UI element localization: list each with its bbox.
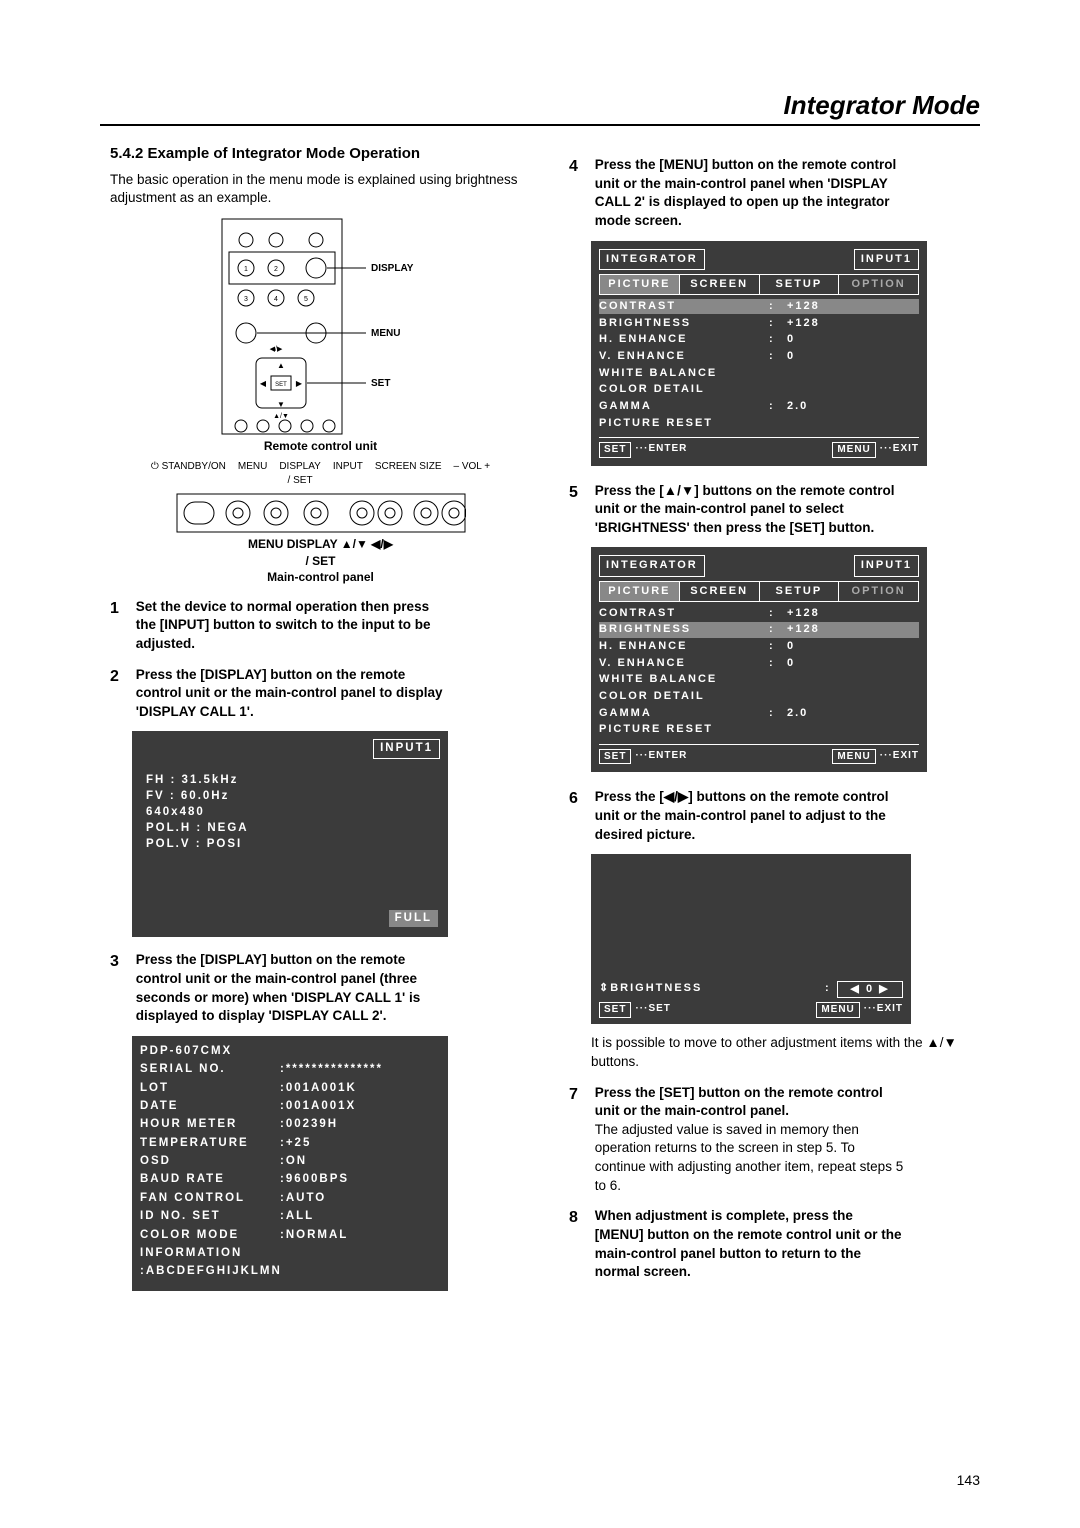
integrator-osd-1: INTEGRATOR INPUT1 PICTURESCREENSETUPOPTI… — [591, 241, 927, 466]
svg-text:4: 4 — [274, 296, 278, 303]
main-label1: MENU DISPLAY ▲/▼ ◀/▶ — [110, 536, 531, 553]
remote-control-figure: 1 2 3 4 5 ◀/▶ SET ▲ ▼ — [110, 218, 531, 455]
display-call-line: POL.V : POSI — [146, 837, 440, 853]
step-6: 6 Press the [◀/▶] buttons on the remote … — [569, 788, 990, 844]
display-call-line: POL.H : NEGA — [146, 821, 440, 837]
osd-row: PICTURE RESET — [599, 722, 919, 737]
callout-display: DISPLAY — [371, 263, 414, 274]
full-badge: FULL — [389, 910, 438, 928]
info-row: HOUR METER:00239H — [140, 1117, 440, 1133]
svg-text:◀/▶: ◀/▶ — [269, 346, 282, 353]
integrator-osd-2: INTEGRATOR INPUT1 PICTURESCREENSETUPOPTI… — [591, 547, 927, 772]
info-row: ID NO. SET:ALL — [140, 1209, 440, 1225]
osd-tab: PICTURE — [600, 275, 680, 294]
osd-row: GAMMA:2.0 — [599, 706, 919, 721]
osd-row: PICTURE RESET — [599, 416, 919, 431]
display-call-line: FH : 31.5kHz — [146, 773, 440, 789]
osd-tab: SCREEN — [680, 275, 760, 294]
info-row: FAN CONTROL:AUTO — [140, 1191, 440, 1207]
osd-tab: OPTION — [839, 582, 918, 601]
osd-tab: SETUP — [760, 582, 840, 601]
info-row: SERIAL NO.:*************** — [140, 1062, 440, 1078]
svg-text:▲: ▲ — [277, 361, 285, 370]
osd-row: COLOR DETAIL — [599, 689, 919, 704]
page-number: 143 — [957, 1472, 980, 1488]
osd-row: CONTRAST:+128 — [599, 606, 919, 621]
svg-text:3: 3 — [244, 296, 248, 303]
info-row: TEMPERATURE:+25 — [140, 1136, 440, 1152]
info-row: DATE:001A001X — [140, 1099, 440, 1115]
svg-text:1: 1 — [244, 266, 248, 273]
input1-badge: INPUT1 — [373, 739, 440, 759]
osd-row: H. ENHANCE:0 — [599, 639, 919, 654]
main-control-figure: ⏻ STANDBY/ON MENU DISPLAY / SET INPUT SC… — [110, 460, 531, 585]
brightness-adjust-panel: ⇕ BRIGHTNESS : ◀ 0 ▶ SET···SET MENU···EX… — [591, 854, 911, 1024]
page: Integrator Mode 5.4.2 Example of Integra… — [0, 0, 1080, 1528]
display-call-line: 640x480 — [146, 805, 440, 821]
svg-text:5: 5 — [304, 296, 308, 303]
info-row: :ABCDEFGHIJKLMN — [140, 1264, 440, 1280]
step-2: 2 Press the [DISPLAY] button on the remo… — [110, 666, 531, 722]
osd-tab: SCREEN — [680, 582, 760, 601]
step-1: 1 Set the device to normal operation the… — [110, 598, 531, 654]
svg-text:▼: ▼ — [277, 400, 285, 409]
info-row: COLOR MODE:NORMAL — [140, 1228, 440, 1244]
main-label2: / SET — [110, 553, 531, 570]
osd-tab: PICTURE — [600, 582, 680, 601]
svg-text:▲/▼: ▲/▼ — [273, 413, 289, 420]
svg-text:▶: ▶ — [295, 379, 302, 388]
step-5: 5 Press the [▲/▼] buttons on the remote … — [569, 482, 990, 538]
osd-tab: OPTION — [839, 275, 918, 294]
intro-text: The basic operation in the menu mode is … — [110, 171, 531, 208]
osd-row: WHITE BALANCE — [599, 672, 919, 687]
osd-row: BRIGHTNESS:+128 — [599, 622, 919, 637]
header-rule — [100, 124, 980, 126]
model-line: PDP-607CMX — [140, 1044, 440, 1060]
osd-row: H. ENHANCE:0 — [599, 332, 919, 347]
display-call-line: FV : 60.0Hz — [146, 789, 440, 805]
display-call-2-panel: PDP-607CMX SERIAL NO.:*************** LOT… — [132, 1036, 448, 1291]
osd-row: V. ENHANCE:0 — [599, 349, 919, 364]
remote-caption: Remote control unit — [110, 438, 531, 455]
left-column: 5.4.2 Example of Integrator Mode Operati… — [110, 144, 531, 1305]
osd-row: GAMMA:2.0 — [599, 399, 919, 414]
info-row: BAUD RATE:9600BPS — [140, 1172, 440, 1188]
note-6: It is possible to move to other adjustme… — [591, 1034, 990, 1071]
osd-row: CONTRAST:+128 — [599, 299, 919, 314]
osd-row: BRIGHTNESS:+128 — [599, 316, 919, 331]
svg-text:2: 2 — [274, 266, 278, 273]
info-row: INFORMATION — [140, 1246, 440, 1262]
display-call-1-panel: INPUT1 FH : 31.5kHzFV : 60.0Hz640x480POL… — [132, 731, 448, 937]
callout-menu: MENU — [371, 328, 400, 339]
section-heading: 5.4.2 Example of Integrator Mode Operati… — [110, 144, 531, 165]
osd-tab: SETUP — [760, 275, 840, 294]
chapter-title: Integrator Mode — [784, 90, 980, 121]
svg-text:◀: ◀ — [259, 379, 266, 388]
info-row: LOT:001A001K — [140, 1081, 440, 1097]
step-7: 7 Press the [SET] button on the remote c… — [569, 1084, 990, 1196]
right-column: 4 Press the [MENU] button on the remote … — [569, 144, 990, 1305]
osd-row: WHITE BALANCE — [599, 366, 919, 381]
info-row: OSD:ON — [140, 1154, 440, 1170]
step-3: 3 Press the [DISPLAY] button on the remo… — [110, 951, 531, 1026]
step-8: 8 When adjustment is complete, press the… — [569, 1207, 990, 1282]
main-caption: Main-control panel — [110, 569, 531, 586]
svg-text:SET: SET — [275, 382, 287, 388]
osd-row: COLOR DETAIL — [599, 382, 919, 397]
osd-row: V. ENHANCE:0 — [599, 656, 919, 671]
step-4: 4 Press the [MENU] button on the remote … — [569, 156, 990, 231]
callout-set: SET — [371, 378, 390, 389]
